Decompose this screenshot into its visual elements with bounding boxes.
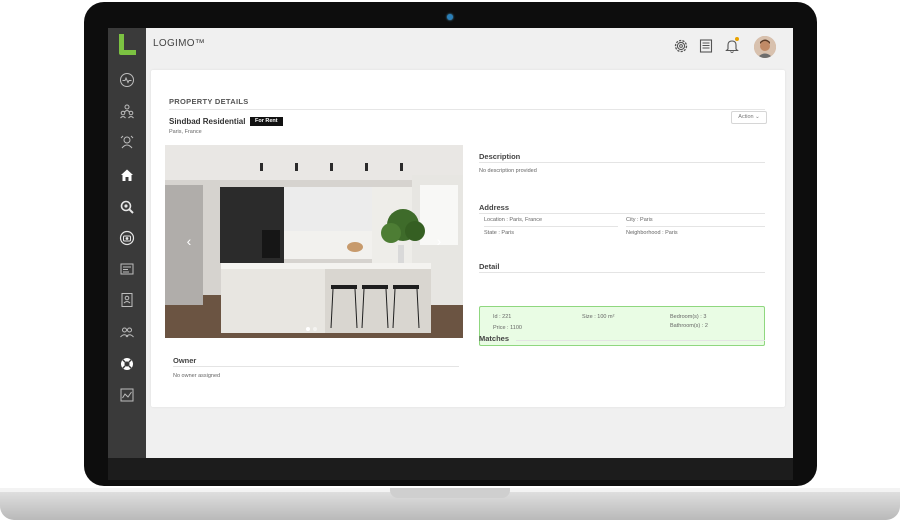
- laptop-mockup: LOGIMO™ PROPERTY DETAILS Sindbad Residen…: [0, 0, 900, 520]
- status-badge: For Rent: [250, 117, 283, 126]
- chevron-down-icon: ⌄: [755, 114, 760, 120]
- activity-icon[interactable]: [115, 68, 139, 92]
- divider: [479, 162, 765, 163]
- action-button[interactable]: Action ⌄: [731, 111, 767, 124]
- notification-dot: [735, 37, 739, 41]
- contacts-icon[interactable]: [115, 130, 139, 154]
- camera-icon[interactable]: [115, 226, 139, 250]
- address-state: State : Paris: [484, 230, 514, 236]
- divider: [173, 366, 459, 367]
- detail-size: Size : 100 m²: [582, 314, 615, 320]
- description-text: No description provided: [479, 168, 537, 174]
- description-title: Description: [479, 152, 521, 161]
- sidebar: [108, 28, 146, 458]
- screen-bottom-bezel: [108, 458, 793, 480]
- page-title: PROPERTY DETAILS: [169, 97, 249, 106]
- listing-icon[interactable]: [115, 257, 139, 281]
- address-neighborhood: Neighborhood : Paris: [626, 230, 678, 236]
- matches-title: Matches: [479, 334, 510, 343]
- gallery-pagination: [306, 327, 317, 331]
- app-title: LOGIMO™: [153, 38, 206, 49]
- document-icon[interactable]: [698, 38, 714, 54]
- detail-price: Price : 1100: [493, 325, 522, 331]
- gallery-dot-active[interactable]: [306, 327, 310, 331]
- property-name: Sindbad Residential: [169, 117, 246, 126]
- home-icon[interactable]: [115, 163, 139, 187]
- owner-title: Owner: [173, 356, 197, 365]
- divider: [479, 213, 765, 214]
- group-icon[interactable]: [115, 320, 139, 344]
- detail-title: Detail: [479, 262, 500, 271]
- detail-id: Id : 221: [493, 314, 512, 320]
- top-bar: LOGIMO™: [146, 28, 793, 66]
- gear-icon[interactable]: [673, 38, 689, 54]
- divider: [169, 109, 765, 110]
- bell-icon[interactable]: [724, 37, 740, 54]
- search-icon[interactable]: [115, 195, 139, 219]
- address-title: Address: [479, 203, 510, 212]
- webcam: [447, 14, 453, 20]
- property-photo: ‹ ›: [165, 145, 463, 338]
- id-card-icon[interactable]: [115, 288, 139, 312]
- property-location: Paris, France: [169, 129, 202, 135]
- address-location: Location : Paris, France: [484, 217, 543, 223]
- kitchen-image: [165, 145, 463, 338]
- users-network-icon[interactable]: [115, 99, 139, 123]
- support-icon[interactable]: [115, 352, 139, 376]
- gallery-next-button[interactable]: ›: [433, 233, 445, 249]
- avatar[interactable]: [754, 36, 776, 58]
- divider: [479, 272, 765, 273]
- app-screen: LOGIMO™ PROPERTY DETAILS Sindbad Residen…: [108, 28, 793, 458]
- property-card: PROPERTY DETAILS Sindbad Residential For…: [151, 70, 785, 407]
- divider: [516, 340, 765, 341]
- laptop-notch: [390, 488, 510, 498]
- divider: [484, 226, 618, 227]
- gallery-prev-button[interactable]: ‹: [183, 233, 195, 249]
- address-city: City : Paris: [626, 217, 653, 223]
- action-button-label: Action: [738, 114, 754, 120]
- divider: [626, 226, 765, 227]
- detail-bedrooms: Bedroom(s) : 3: [670, 314, 707, 320]
- logo-icon[interactable]: [114, 32, 140, 58]
- chart-icon[interactable]: [115, 383, 139, 407]
- owner-text: No owner assigned: [173, 373, 221, 379]
- detail-bathrooms: Bathroom(s) : 2: [670, 323, 708, 329]
- gallery-dot[interactable]: [313, 327, 317, 331]
